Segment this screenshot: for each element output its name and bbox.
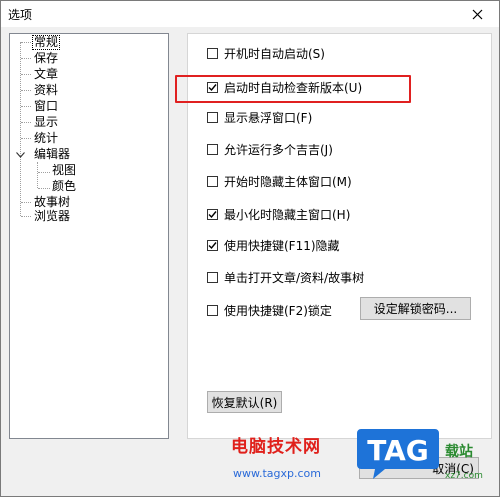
tree-item-story-tree[interactable]: 故事树 — [32, 195, 72, 210]
checkbox[interactable] — [207, 111, 218, 123]
option-label: 单击打开文章/资料/故事树 — [224, 270, 365, 285]
watermark-site-name: 电脑技术网 — [231, 437, 321, 457]
tag-logo-icon: TAG — [357, 429, 439, 479]
tree-item-color[interactable]: 颜色 — [50, 179, 78, 194]
checkbox-checked[interactable] — [207, 208, 218, 220]
option-label: 显示悬浮窗口(F) — [224, 110, 313, 125]
window-title: 选项 — [8, 8, 33, 22]
tree-expander[interactable] — [15, 150, 25, 160]
option-label: 使用快捷键(F2)锁定 — [224, 303, 332, 318]
option-hide-main-on-start[interactable]: 开始时隐藏主体窗口(M) — [207, 173, 352, 189]
option-multi-instance[interactable]: 允许运行多个吉吉(J) — [207, 141, 333, 157]
option-single-click-open[interactable]: 单击打开文章/资料/故事树 — [207, 269, 364, 285]
option-label: 开始时隐藏主体窗口(M) — [224, 174, 352, 189]
checkbox[interactable] — [207, 47, 218, 59]
checkbox[interactable] — [207, 175, 218, 187]
chevron-down-icon — [15, 152, 25, 158]
annotation-highlight-box — [175, 75, 411, 103]
tree-item-view[interactable]: 视图 — [50, 163, 78, 178]
close-button[interactable] — [455, 1, 499, 27]
watermark-side-small: xz7.com — [445, 471, 483, 481]
option-hotkey-hide[interactable]: 使用快捷键(F11)隐藏 — [207, 237, 340, 253]
check-icon — [208, 210, 217, 218]
tree-item-save[interactable]: 保存 — [32, 51, 60, 66]
category-tree[interactable]: 常规 保存 文章 资料 窗口 显示 统计 编辑器 视图 颜色 故事树 浏览器 — [9, 33, 169, 439]
watermark-side-text: 载站 — [445, 444, 473, 460]
tag-logo-text: TAG — [367, 434, 429, 467]
option-label: 开机时自动启动(S) — [224, 46, 325, 61]
close-icon — [472, 9, 482, 19]
option-floating-window[interactable]: 显示悬浮窗口(F) — [207, 109, 312, 125]
checkbox-checked[interactable] — [207, 239, 218, 251]
options-dialog: 选项 常规 保存 文章 资料 窗口 显示 统计 编辑器 视图 颜色 故事树 浏览… — [0, 0, 500, 497]
watermark-url: www.tagxp.com — [233, 467, 321, 480]
tree-item-material[interactable]: 资料 — [32, 83, 60, 98]
option-autostart[interactable]: 开机时自动启动(S) — [207, 45, 325, 61]
option-label: 使用快捷键(F11)隐藏 — [224, 238, 340, 253]
option-label: 最小化时隐藏主窗口(H) — [224, 207, 351, 222]
check-icon — [208, 241, 217, 249]
option-label: 允许运行多个吉吉(J) — [224, 142, 333, 157]
set-unlock-password-button[interactable]: 设定解锁密码... — [360, 297, 471, 320]
tree-item-article[interactable]: 文章 — [32, 67, 60, 82]
tree-item-stats[interactable]: 统计 — [32, 131, 60, 146]
option-hotkey-lock[interactable]: 使用快捷键(F2)锁定 — [207, 302, 332, 318]
tree-item-window[interactable]: 窗口 — [32, 99, 60, 114]
tree-item-general[interactable]: 常规 — [32, 35, 61, 50]
tree-item-display[interactable]: 显示 — [32, 115, 60, 130]
tree-item-browser[interactable]: 浏览器 — [32, 209, 72, 224]
tree-item-editor[interactable]: 编辑器 — [32, 147, 72, 162]
title-bar: 选项 — [1, 1, 499, 27]
option-hide-on-minimize[interactable]: 最小化时隐藏主窗口(H) — [207, 206, 350, 222]
checkbox[interactable] — [207, 271, 218, 283]
checkbox[interactable] — [207, 304, 218, 316]
checkbox[interactable] — [207, 143, 218, 155]
restore-default-button[interactable]: 恢复默认(R) — [207, 391, 282, 413]
